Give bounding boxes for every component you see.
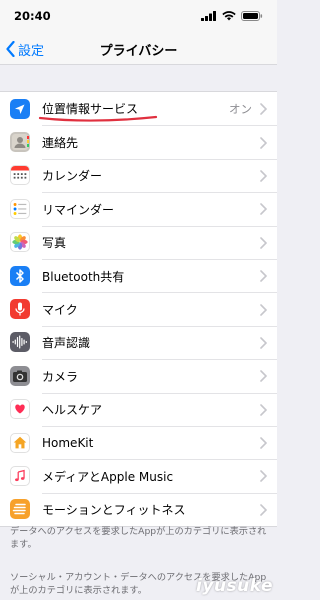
chevron-right-icon bbox=[260, 170, 267, 182]
footer-note-apps: データへのアクセスを要求したAppが上のカテゴリに表示されます。 bbox=[10, 526, 267, 550]
status-bar: 20:40 bbox=[0, 0, 277, 32]
battery-icon bbox=[241, 11, 263, 21]
chevron-right-icon bbox=[260, 270, 267, 282]
chevron-right-icon bbox=[260, 504, 267, 516]
wifi-icon bbox=[222, 11, 236, 21]
row-label: Bluetooth共有 bbox=[42, 269, 125, 284]
row-microphone[interactable]: マイク bbox=[0, 292, 277, 325]
chevron-right-icon bbox=[260, 403, 267, 416]
row-reminders[interactable]: リマインダー bbox=[0, 192, 277, 225]
chevron-right-icon bbox=[260, 303, 267, 316]
row-location-services[interactable]: 位置情報サービス オン bbox=[0, 92, 277, 125]
row-label: カメラ bbox=[42, 369, 79, 384]
chevron-right-icon bbox=[260, 370, 267, 383]
row-label: メディアとApple Music bbox=[42, 469, 174, 484]
chevron-right-icon bbox=[260, 337, 267, 349]
row-health[interactable]: ヘルスケア bbox=[0, 392, 277, 426]
row-calendar[interactable]: カレンダー bbox=[0, 158, 277, 192]
row-label: 位置情報サービス bbox=[42, 102, 139, 117]
calendar-icon bbox=[10, 165, 30, 186]
home-icon bbox=[10, 432, 30, 453]
chevron-right-icon bbox=[260, 102, 267, 115]
motion-fitness-icon bbox=[10, 499, 30, 520]
microphone-icon bbox=[10, 299, 30, 320]
navigation-bar: 設定 プライバシー bbox=[0, 32, 277, 65]
chevron-right-icon bbox=[260, 236, 267, 249]
bluetooth-icon bbox=[10, 265, 30, 286]
chevron-right-icon bbox=[260, 470, 267, 483]
page-title: プライバシー bbox=[99, 44, 178, 59]
row-homekit[interactable]: HomeKit bbox=[0, 425, 277, 459]
health-heart-icon bbox=[10, 399, 30, 420]
status-indicators bbox=[201, 11, 263, 21]
location-arrow-icon bbox=[10, 98, 30, 119]
camera-icon bbox=[10, 365, 30, 386]
row-label: マイク bbox=[42, 303, 78, 318]
music-note-icon bbox=[10, 465, 30, 486]
row-photos[interactable]: 写真 bbox=[0, 225, 277, 259]
row-label: 連絡先 bbox=[42, 136, 79, 151]
row-label: モーションとフィットネス bbox=[42, 503, 186, 518]
chevron-right-icon bbox=[260, 136, 267, 149]
row-label: 音声認識 bbox=[42, 336, 91, 351]
row-label: 写真 bbox=[42, 236, 67, 251]
chevron-right-icon bbox=[260, 437, 267, 449]
contacts-icon bbox=[10, 132, 30, 153]
chevron-right-icon bbox=[260, 203, 267, 216]
row-contacts[interactable]: 連絡先 bbox=[0, 125, 277, 158]
row-label: HomeKit bbox=[42, 436, 94, 451]
row-value: オン bbox=[229, 101, 252, 116]
row-label: ヘルスケア bbox=[42, 403, 103, 418]
speech-waveform-icon bbox=[10, 332, 30, 353]
row-motion-fitness[interactable]: モーションとフィットネス bbox=[0, 492, 277, 526]
privacy-settings-list: 位置情報サービス オン 連絡先 カレンダー リマインダー 写真 Bluetoot… bbox=[0, 91, 277, 528]
row-speech-recognition[interactable]: 音声認識 bbox=[0, 325, 277, 359]
row-camera[interactable]: カメラ bbox=[0, 359, 277, 392]
row-bluetooth-sharing[interactable]: Bluetooth共有 bbox=[0, 258, 277, 292]
signal-icon bbox=[201, 11, 216, 21]
row-label: カレンダー bbox=[42, 169, 103, 184]
status-time: 20:40 bbox=[14, 9, 51, 23]
photos-icon bbox=[10, 232, 30, 253]
row-label: リマインダー bbox=[42, 202, 115, 217]
row-media-apple-music[interactable]: メディアとApple Music bbox=[0, 459, 277, 492]
reminders-icon bbox=[10, 198, 30, 219]
watermark: iyusuke bbox=[196, 576, 273, 596]
